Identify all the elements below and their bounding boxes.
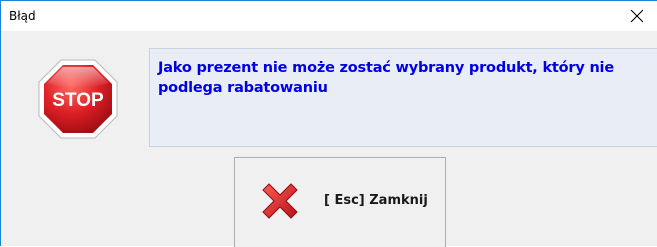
window-close-button[interactable] [625,5,649,27]
stop-sign-icon: STOP [38,59,118,139]
message-panel: Jako prezent nie może zostać wybrany pro… [149,48,657,147]
title-bar: Błąd [1,1,657,31]
close-dialog-button[interactable]: [ Esc] Zamknij [234,157,446,247]
stop-sign-text: STOP [52,90,104,111]
window-title: Błąd [9,9,36,23]
close-button-label: [ Esc] Zamknij [324,193,428,208]
red-x-icon [262,183,298,219]
error-message: Jako prezent nie może zostać wybrany pro… [158,60,614,96]
error-dialog: Błąd STOP Jako prezent nie może zostać w… [0,0,657,247]
close-icon [630,9,644,23]
